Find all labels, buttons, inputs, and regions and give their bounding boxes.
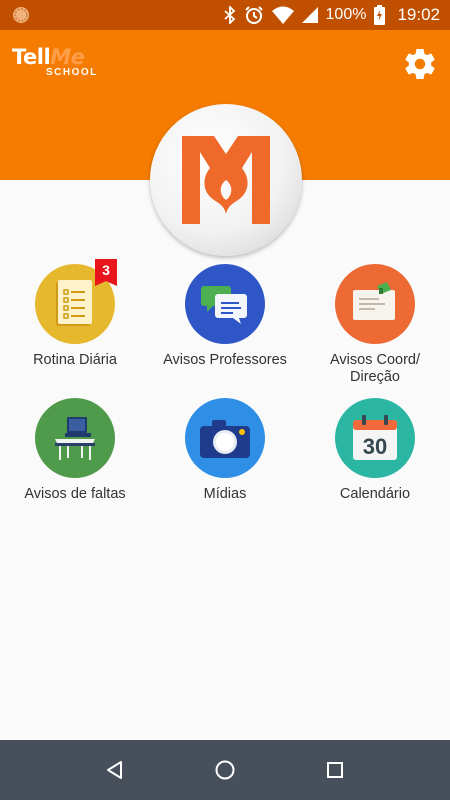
menu-item-avisos-coord-direcao[interactable]: Avisos Coord/ Direção (300, 264, 450, 386)
menu-item-calendario[interactable]: 30 Calendário (300, 398, 450, 503)
battery-charging-icon (374, 5, 386, 25)
wifi-icon (271, 6, 294, 24)
menu-item-label: Avisos Coord/ Direção (330, 352, 420, 385)
menu-item-label: Calendário (339, 486, 411, 502)
menu-item-midias[interactable]: Mídias (150, 398, 300, 503)
app-notification-icon (12, 6, 30, 24)
menu-item-label: Rotina Diária (33, 352, 117, 368)
settings-button[interactable] (402, 46, 438, 82)
calendar-day-text: 30 (363, 434, 387, 459)
logo-text-me: Me (50, 45, 85, 69)
recents-icon (327, 762, 343, 778)
menu-item-avisos-professores[interactable]: Avisos Professores (150, 264, 300, 369)
menu-icon-circle (185, 264, 265, 344)
school-logo-icon (182, 136, 270, 224)
camera-icon (200, 420, 250, 458)
school-avatar (150, 104, 302, 256)
menu-icon-circle (335, 264, 415, 344)
recents-button[interactable] (315, 750, 355, 790)
home-button[interactable] (205, 750, 245, 790)
cell-signal-icon (301, 7, 318, 23)
menu-icon-circle: 3 (35, 259, 117, 344)
menu-item-label: Avisos Professores (163, 352, 287, 368)
menu-item-rotina-diaria[interactable]: 3 Rotina Diária (0, 259, 150, 369)
alarm-icon (244, 5, 264, 25)
menu-item-label: Avisos de faltas (24, 486, 126, 502)
navigation-bar (0, 740, 450, 800)
battery-text: 100% (325, 6, 367, 23)
checklist-notebook-icon (56, 280, 92, 326)
notification-badge: 3 (95, 259, 117, 286)
menu-item-avisos-de-faltas[interactable]: Avisos de faltas (0, 398, 150, 503)
clock-time: 19:02 (397, 5, 440, 24)
menu-icon-circle (185, 398, 265, 478)
chat-bubbles-icon (201, 286, 247, 324)
back-button[interactable] (95, 750, 135, 790)
school-desk-icon (55, 417, 95, 460)
menu-icon-circle: 30 (335, 398, 415, 478)
app-logo: TellMe SCHOOL (12, 46, 98, 78)
menu-item-label: Mídias (203, 486, 247, 502)
logo-text-tell: Tell (12, 45, 51, 69)
status-bar: 100% 19:02 (0, 0, 450, 30)
back-icon (107, 761, 122, 779)
gear-icon (405, 49, 435, 79)
bluetooth-icon (223, 6, 236, 24)
note-envelope-icon (353, 282, 395, 320)
home-icon (215, 760, 235, 780)
calendar-icon: 30 (353, 415, 397, 460)
menu-icon-circle (35, 398, 115, 478)
